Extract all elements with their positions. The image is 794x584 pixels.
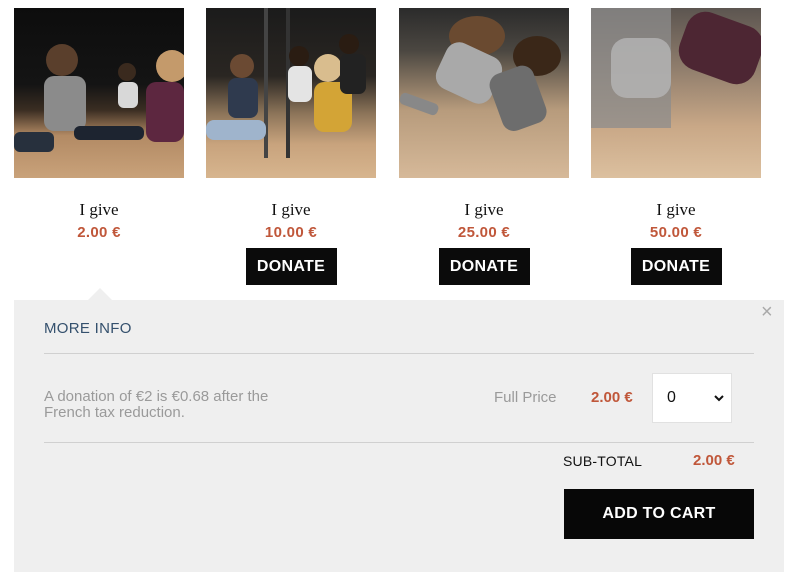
price-type-label: Full Price bbox=[494, 389, 557, 406]
donate-button[interactable]: DONATE bbox=[630, 248, 722, 285]
unit-price: 2.00 € bbox=[591, 389, 633, 406]
tax-reduction-note: A donation of €2 is €0.68 after the Fren… bbox=[44, 388, 269, 421]
donate-button[interactable]: DONATE bbox=[245, 248, 337, 285]
dancer-on-floor-photo bbox=[591, 8, 761, 178]
chevron-down-icon bbox=[713, 388, 725, 413]
give-label: I give bbox=[464, 200, 504, 219]
girls-dancing-photo bbox=[399, 8, 569, 178]
divider bbox=[44, 442, 754, 443]
give-label: I give bbox=[656, 200, 696, 219]
give-label: I give bbox=[271, 200, 311, 219]
donation-amount: 50.00 € bbox=[649, 224, 703, 241]
panel-pointer bbox=[88, 288, 112, 300]
students-on-stage-photo bbox=[206, 8, 376, 178]
quantity-value: 0 bbox=[667, 389, 676, 406]
donation-option-2: I give 2.00 € bbox=[14, 8, 184, 242]
quantity-select[interactable]: 0 bbox=[652, 373, 732, 423]
more-info-title: MORE INFO bbox=[44, 320, 132, 337]
add-to-cart-button[interactable]: ADD TO CART bbox=[564, 489, 754, 539]
donation-option-10: I give 10.00 € DONATE bbox=[206, 8, 376, 285]
give-label: I give bbox=[79, 200, 119, 219]
close-icon[interactable]: × bbox=[761, 302, 773, 322]
donate-button[interactable]: DONATE bbox=[438, 248, 530, 285]
donation-amount: 2.00 € bbox=[77, 224, 121, 241]
subtotal-label: SUB-TOTAL bbox=[563, 453, 643, 469]
donation-option-25: I give 25.00 € DONATE bbox=[399, 8, 569, 285]
subtotal-value: 2.00 € bbox=[693, 452, 735, 469]
divider bbox=[44, 353, 754, 354]
donation-amount: 25.00 € bbox=[457, 224, 511, 241]
donation-option-50: I give 50.00 € DONATE bbox=[591, 8, 761, 285]
students-seated-on-stage-photo bbox=[14, 8, 184, 178]
donation-amount: 10.00 € bbox=[264, 224, 318, 241]
